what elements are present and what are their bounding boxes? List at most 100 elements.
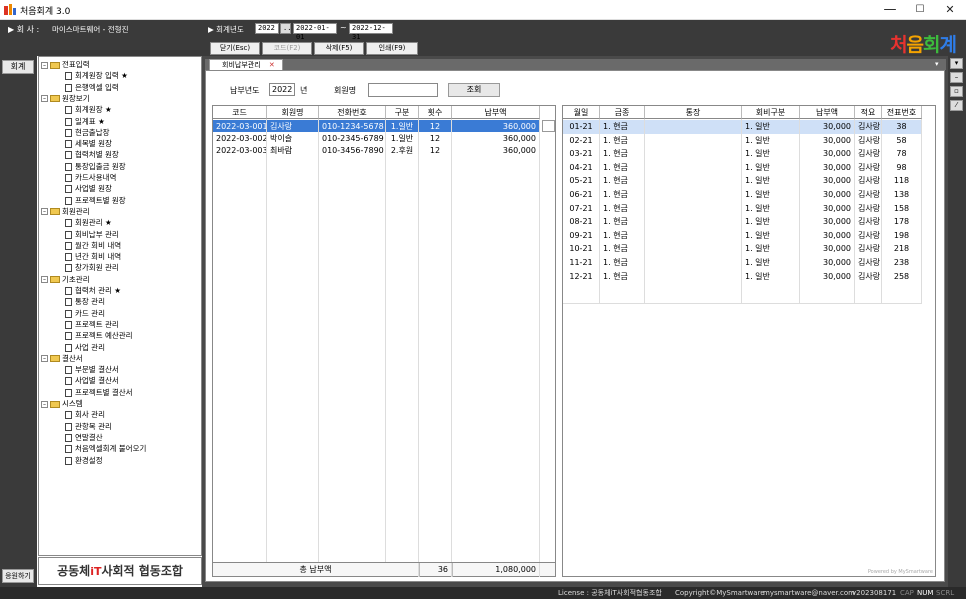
tree-item[interactable]: 관항목 관리 — [65, 421, 112, 432]
maximize-button[interactable]: ☐ — [906, 2, 934, 18]
tree-group[interactable]: – 회원관리 — [41, 206, 90, 217]
column-header[interactable]: 월일 — [563, 106, 600, 119]
table-row[interactable]: 03-21 1. 현금 1. 일반 30,000 김사랑 78 — [563, 147, 922, 162]
search-button[interactable]: 조회 — [448, 83, 500, 97]
tree-item[interactable]: 세목별 원장 — [65, 138, 112, 149]
close-window-button[interactable]: ✕ — [936, 2, 964, 18]
tree-item[interactable]: 창가회원 관리 — [65, 262, 119, 273]
column-header[interactable]: 금종 — [600, 106, 645, 119]
table-row[interactable]: 05-21 1. 현금 1. 일반 30,000 김사랑 118 — [563, 174, 922, 189]
tree-item[interactable]: 일계표 ★ — [65, 116, 105, 127]
tree-group[interactable]: – 기초관리 — [41, 274, 90, 285]
tree-item[interactable]: 프로젝트 관리 — [65, 319, 119, 330]
tree-item[interactable]: 회원관리 ★ — [65, 217, 112, 228]
column-header[interactable]: 구분 — [386, 106, 419, 119]
accounting-tab[interactable]: 회계 — [2, 60, 34, 74]
collapse-icon[interactable]: – — [41, 355, 48, 363]
table-row[interactable]: 07-21 1. 현금 1. 일반 30,000 김사랑 158 — [563, 201, 922, 216]
tab-member-fee[interactable]: 회비납부관리 ✕ — [209, 59, 283, 70]
tree-item[interactable]: 월간 회비 내역 — [65, 240, 121, 251]
tab-dropdown-icon[interactable]: ▾ — [935, 60, 939, 68]
delete-f5-button[interactable]: 삭제(F5) — [314, 42, 364, 55]
tree-item[interactable]: 년간 회비 내역 — [65, 251, 121, 262]
column-header[interactable]: 회원명 — [267, 106, 319, 119]
column-header[interactable]: 회비구분 — [742, 106, 800, 119]
table-row[interactable]: 2022-03-003 최바람 010-3456-7890 2.후원 12 360,000 — [213, 144, 540, 158]
tree-item[interactable]: 프로젝트별 원장 — [65, 195, 126, 206]
tree-item[interactable]: 처음엑셀회계 불어오기 — [65, 443, 146, 454]
tab-close-icon[interactable]: ✕ — [269, 61, 275, 69]
tree-item-label: 회원관리 ★ — [75, 218, 112, 228]
tree-item[interactable]: 프로젝트 예산관리 — [65, 330, 133, 341]
table-row[interactable]: 01-21 1. 현금 1. 일반 30,000 김사랑 38 — [563, 120, 922, 134]
tree-group[interactable]: – 원장보기 — [41, 93, 90, 104]
tree-item[interactable]: 사업별 원장 — [65, 183, 112, 194]
tree-item[interactable]: 회계원장 ★ — [65, 104, 112, 115]
tree-item[interactable]: 현금출납장 — [65, 127, 110, 138]
side-resize-icon[interactable]: ⁄ — [950, 100, 963, 111]
column-header[interactable]: 코드 — [213, 106, 267, 119]
tree-group[interactable]: – 전표입력 — [41, 59, 90, 70]
table-row[interactable]: 2022-03-002 박이슬 010-2345-6789 1.일반 12 360,000 — [213, 132, 540, 146]
row-scroll-handle[interactable] — [542, 120, 555, 132]
column-header[interactable]: 적요 — [855, 106, 882, 119]
column-header[interactable]: 납부액 — [800, 106, 855, 119]
collapse-icon[interactable]: – — [41, 61, 48, 69]
tree-item[interactable]: 환경설정 — [65, 455, 103, 466]
column-divider — [451, 119, 452, 562]
code-f2-button[interactable]: 코드(F2) — [262, 42, 312, 55]
table-row[interactable]: 04-21 1. 현금 1. 일반 30,000 김사랑 98 — [563, 160, 922, 175]
table-row[interactable]: 06-21 1. 현금 1. 일반 30,000 김사랑 138 — [563, 188, 922, 202]
minimize-button[interactable]: — — [876, 2, 904, 18]
side-restore-icon[interactable]: ▫ — [950, 86, 963, 97]
title-bar: 처음회계 3.0 — ☐ ✕ — [0, 0, 966, 20]
tree-item[interactable]: 사업별 결산서 — [65, 375, 119, 386]
side-arrow-icon[interactable]: ▾ — [950, 58, 963, 69]
date-from-field[interactable]: 2022-01-01 — [293, 23, 337, 41]
tree-item[interactable]: 부문별 결산서 — [65, 364, 119, 375]
table-row[interactable]: 09-21 1. 현금 1. 일반 30,000 김사랑 198 — [563, 228, 922, 243]
table-row[interactable]: 11-21 1. 현금 1. 일반 30,000 김사랑 238 — [563, 256, 922, 270]
fiscal-year-field[interactable]: 2022 — [255, 23, 279, 34]
tree-group[interactable]: – 결산서 — [41, 353, 83, 364]
tree-item[interactable]: 회계원장 입력 ★ — [65, 70, 128, 81]
fiscal-year-picker-button[interactable]: ... — [280, 23, 296, 34]
column-header[interactable]: 통장 — [645, 106, 742, 119]
tree-item[interactable]: 카드사용내역 — [65, 172, 116, 183]
collapse-icon[interactable]: – — [41, 400, 48, 408]
tree-item[interactable]: 은행엑셀 입력 — [65, 82, 119, 93]
tree-item[interactable]: 협력처 관리 ★ — [65, 285, 121, 296]
table-row[interactable]: 2022-03-001 김사랑 010-1234-5678 1.일반 12 360,000 — [213, 120, 540, 134]
tree-item[interactable]: 프로젝트별 결산서 — [65, 387, 133, 398]
collapse-icon[interactable]: – — [41, 208, 48, 216]
table-row[interactable]: 12-21 1. 현금 1. 일반 30,000 김사랑 258 — [563, 269, 922, 284]
tree-item-label: 프로젝트별 원장 — [75, 195, 126, 205]
print-f9-button[interactable]: 인쇄(F9) — [366, 42, 418, 55]
tree-group[interactable]: – 시스템 — [41, 398, 83, 409]
collapse-icon[interactable]: – — [41, 276, 48, 284]
column-header[interactable]: 납부액 — [452, 106, 540, 119]
column-header[interactable]: 횟수 — [419, 106, 452, 119]
tree-item[interactable]: 연말결산 — [65, 432, 103, 443]
tree-item[interactable]: 카드 관리 — [65, 308, 105, 319]
collapse-icon[interactable]: – — [41, 95, 48, 103]
column-header[interactable]: 전화번호 — [319, 106, 386, 119]
table-row[interactable]: 02-21 1. 현금 1. 일반 30,000 김사랑 58 — [563, 133, 922, 148]
date-to-field[interactable]: 2022-12-31 — [349, 23, 393, 41]
document-icon — [65, 456, 72, 465]
member-name-input[interactable] — [368, 83, 438, 97]
close-esc-button[interactable]: 닫기(Esc) — [210, 42, 260, 55]
table-row[interactable]: 08-21 1. 현금 1. 일반 30,000 김사랑 178 — [563, 215, 922, 230]
tree-item[interactable]: 협력처별 원장 — [65, 149, 119, 160]
tree-item[interactable]: 회비납부 관리 — [65, 229, 119, 240]
tree-item[interactable]: 사업 관리 — [65, 342, 105, 353]
tree-item[interactable]: 회사 관리 — [65, 409, 105, 420]
side-minimize-icon[interactable]: – — [950, 72, 963, 83]
table-row[interactable]: 10-21 1. 현금 1. 일반 30,000 김사랑 218 — [563, 242, 922, 257]
column-header[interactable]: 전표번호 — [882, 106, 922, 119]
year-input[interactable]: 2022 — [269, 83, 295, 96]
tree-item[interactable]: 통장입출금 원장 — [65, 161, 126, 172]
date-tilde: ~ — [340, 23, 347, 32]
tree-item[interactable]: 통장 관리 — [65, 296, 105, 307]
support-button[interactable]: 응원하기 — [2, 569, 34, 583]
